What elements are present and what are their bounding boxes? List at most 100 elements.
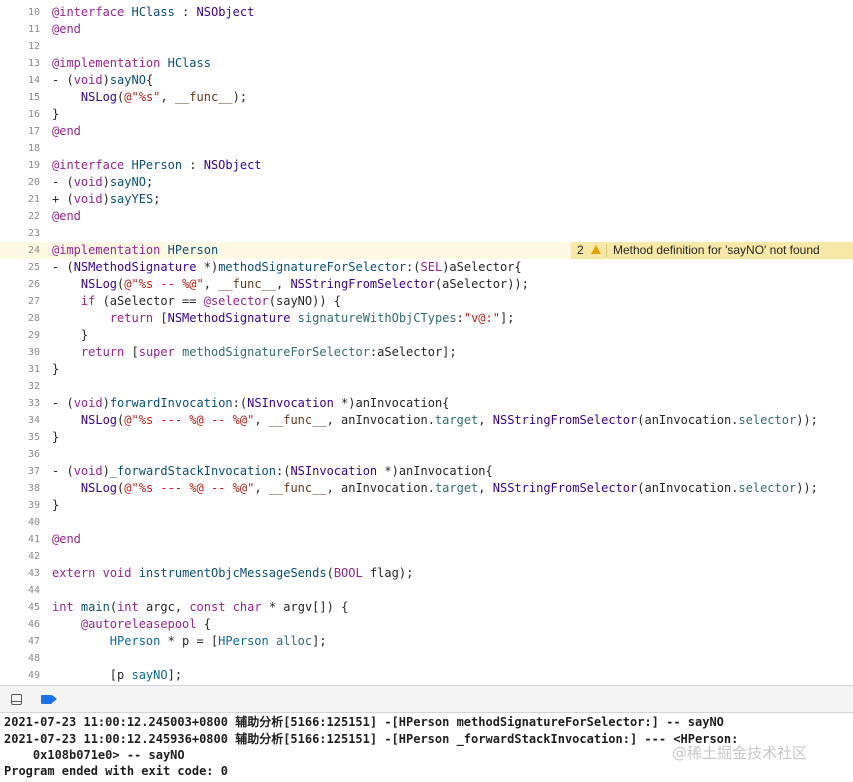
code-line[interactable]: 29 } [0,327,853,344]
code-line[interactable]: 34 NSLog(@"%s --- %@ -- %@", __func__, a… [0,412,853,429]
line-number[interactable]: 26 [0,276,40,293]
line-number[interactable]: 25 [0,259,40,276]
code-line[interactable]: 10 @interface HClass : NSObject [0,4,853,21]
line-number[interactable]: 12 [0,38,40,55]
code-line[interactable]: 19 @interface HPerson : NSObject [0,157,853,174]
code-line[interactable]: 47 HPerson * p = [HPerson alloc]; [0,633,853,650]
line-number[interactable]: 21 [0,191,40,208]
line-number[interactable]: 19 [0,157,40,174]
code-token: } [52,362,60,376]
code-token: forwardInvocation [109,396,233,410]
line-number[interactable]: 22 [0,208,40,225]
line-number[interactable]: 37 [0,463,40,480]
line-number[interactable]: 47 [0,633,40,650]
code-line[interactable]: 49 [p sayNO]; [0,667,853,684]
code-line[interactable]: 25 - (NSMethodSignature *)methodSignature… [0,259,853,276]
code-token: main [80,600,110,614]
code-token: selector [738,413,797,427]
code-line[interactable]: 32 [0,378,853,395]
line-number[interactable]: 18 [0,140,40,157]
code-line[interactable]: 12 [0,38,853,55]
code-line[interactable]: 24 @implementation HPerson 2 Method definit… [0,242,853,259]
code-line[interactable]: 13 @implementation HClass [0,55,853,72]
code-line[interactable]: 11 @end [0,21,853,38]
line-number[interactable]: 11 [0,21,40,38]
code-line[interactable]: 41 @end [0,531,853,548]
code-line[interactable]: 15 NSLog(@"%s", __func__); [0,89,853,106]
line-number[interactable]: 48 [0,650,40,667]
line-number[interactable]: 27 [0,293,40,310]
line-number[interactable]: 36 [0,446,40,463]
breakpoint-icon[interactable] [41,695,57,704]
code-line[interactable]: 44 [0,582,853,599]
line-number[interactable]: 32 [0,378,40,395]
line-number[interactable]: 49 [0,667,40,684]
code-line[interactable]: 20 - (void)sayNO; [0,174,853,191]
code-token: (aSelector)); [434,277,529,291]
code-text: NSLog(@"%s -- %@", __func__, NSStringFro… [52,276,529,293]
line-number[interactable]: 20 [0,174,40,191]
code-line[interactable]: 37 - (void)_forwardStackInvocation:(NSInv… [0,463,853,480]
line-number[interactable]: 44 [0,582,40,599]
code-line[interactable]: 28 return [NSMethodSignature signatureWi… [0,310,853,327]
issue-banner[interactable]: 2 Method definition for 'sayNO' not found [571,242,853,259]
line-number[interactable]: 13 [0,55,40,72]
line-number[interactable]: 42 [0,548,40,565]
code-line[interactable]: 14 - (void)sayNO{ [0,72,853,89]
line-number[interactable]: 14 [0,72,40,89]
line-number[interactable]: 39 [0,497,40,514]
code-line[interactable]: 33 - (void)forwardInvocation:(NSInvocatio… [0,395,853,412]
line-number[interactable]: 10 [0,4,40,21]
code-line[interactable]: 35} [0,429,853,446]
line-number[interactable]: 33 [0,395,40,412]
code-token: @interface [52,5,125,19]
code-line[interactable]: 39} [0,497,853,514]
code-line[interactable]: 30 return [super methodSignatureForSelec… [0,344,853,361]
line-number[interactable]: 38 [0,480,40,497]
code-line[interactable]: 45 int main(int argc, const char * argv[]… [0,599,853,616]
code-token: [p [52,668,132,682]
line-number[interactable]: 34 [0,412,40,429]
code-line[interactable]: 40 [0,514,853,531]
code-line[interactable]: 42 [0,548,853,565]
code-line[interactable]: 38 NSLog(@"%s --- %@ -- %@", __func__, a… [0,480,853,497]
code-line[interactable]: 48 [0,650,853,667]
line-number[interactable]: 17 [0,123,40,140]
line-number[interactable]: 31 [0,361,40,378]
code-line[interactable]: 16} [0,106,853,123]
line-number[interactable]: 46 [0,616,40,633]
panel-toggle-icon[interactable] [11,694,22,705]
line-number[interactable]: 30 [0,344,40,361]
line-number[interactable]: 35 [0,429,40,446]
line-number[interactable]: 24 [0,242,40,259]
code-line[interactable]: 21 + (void)sayYES; [0,191,853,208]
code-line[interactable]: 31} [0,361,853,378]
line-number[interactable]: 16 [0,106,40,123]
line-number[interactable]: 43 [0,565,40,582]
code-line[interactable]: 46 @autoreleasepool { [0,616,853,633]
line-number[interactable]: 28 [0,310,40,327]
code-token: - ( [52,73,74,87]
watermark: @稀土掘金技术社区 [672,744,808,762]
code-line[interactable]: 22 @end [0,208,853,225]
code-line[interactable]: 17 @end [0,123,853,140]
code-token: *) [196,260,219,274]
line-number[interactable]: 40 [0,514,40,531]
source-editor[interactable]: 10 @interface HClass : NSObject 11 @end 12 13… [0,0,853,685]
code-line[interactable]: 43 extern void instrumentObjcMessageSends… [0,565,853,582]
line-number[interactable]: 29 [0,327,40,344]
code-line[interactable]: 27 if (aSelector == @selector(sayNO)) { [0,293,853,310]
code-line[interactable]: 36 [0,446,853,463]
line-number[interactable]: 15 [0,89,40,106]
line-number[interactable]: 45 [0,599,40,616]
code-line[interactable]: 26 NSLog(@"%s -- %@", __func__, NSString… [0,276,853,293]
code-line[interactable]: 18 [0,140,853,157]
code-line[interactable]: 23 [0,225,853,242]
line-number[interactable]: 41 [0,531,40,548]
line-number[interactable]: 23 [0,225,40,242]
code-token: void [73,192,103,206]
code-token: ) [102,464,110,478]
